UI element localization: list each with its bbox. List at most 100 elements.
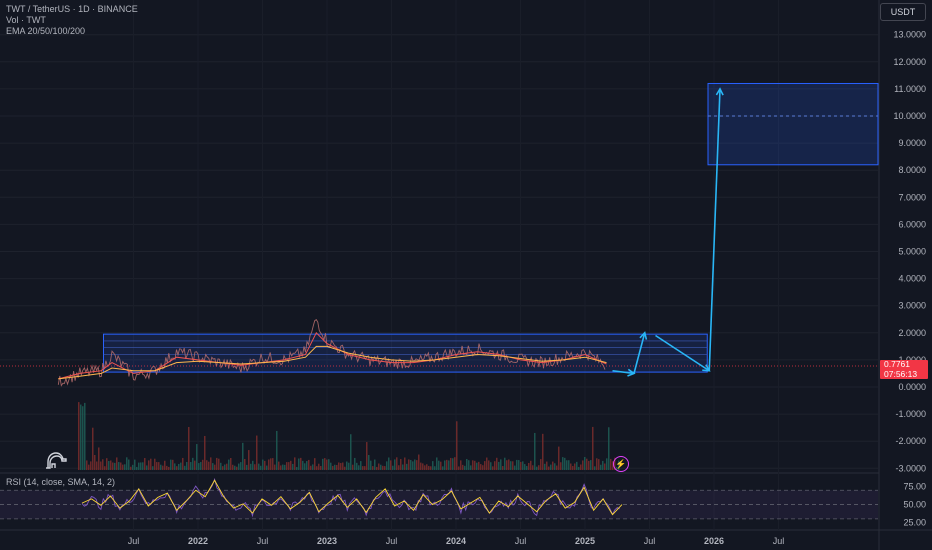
price-tick-label: 0.0000 bbox=[898, 382, 926, 392]
volume-bar bbox=[468, 460, 470, 470]
currency-unit-button[interactable]: USDT bbox=[880, 3, 926, 21]
volume-bar bbox=[432, 461, 434, 470]
volume-bar bbox=[176, 466, 178, 470]
price-tick-label: 12.0000 bbox=[893, 57, 926, 67]
volume-bar bbox=[348, 462, 350, 470]
volume-bar bbox=[590, 460, 592, 470]
volume-bar bbox=[250, 463, 252, 470]
volume-bar bbox=[486, 457, 488, 470]
volume-bar bbox=[516, 459, 518, 470]
volume-bar bbox=[444, 460, 446, 470]
volume-bar bbox=[252, 460, 254, 470]
volume-bar bbox=[530, 460, 532, 470]
volume-bar bbox=[450, 457, 452, 470]
ema-indicator-label[interactable]: EMA 20/50/100/200 bbox=[6, 26, 138, 37]
price-tick-label: -3.0000 bbox=[895, 463, 926, 473]
volume-bar bbox=[322, 458, 324, 470]
volume-bar bbox=[288, 462, 290, 470]
volume-bar bbox=[230, 457, 232, 470]
volume-bar bbox=[470, 465, 472, 470]
volume-bar bbox=[606, 458, 608, 470]
volume-bar bbox=[374, 459, 376, 470]
volume-bar bbox=[158, 462, 160, 470]
volume-bar bbox=[414, 459, 416, 470]
volume-bar bbox=[310, 465, 312, 470]
volume-bar bbox=[314, 458, 316, 470]
volume-bar bbox=[544, 463, 546, 470]
volume-bar bbox=[510, 461, 512, 470]
volume-bar bbox=[296, 466, 298, 470]
volume-bar bbox=[386, 461, 388, 470]
volume-bar bbox=[592, 426, 594, 470]
volume-bar bbox=[220, 462, 222, 470]
volume-bar bbox=[400, 459, 402, 470]
volume-bar bbox=[404, 457, 406, 470]
volume-bar bbox=[326, 459, 328, 470]
volume-bar bbox=[478, 461, 480, 470]
price-tick-label: -1.0000 bbox=[895, 409, 926, 419]
volume-bar bbox=[578, 466, 580, 470]
rsi-indicator-label[interactable]: RSI (14, close, SMA, 14, 2) bbox=[6, 477, 115, 487]
volume-bar bbox=[434, 466, 436, 470]
volume-bar bbox=[154, 458, 156, 470]
price-axis[interactable]: 13.0000 12.0000 11.0000 10.0000 9.0000 8.0000… bbox=[893, 30, 926, 528]
time-tick-label: Jul bbox=[257, 536, 269, 546]
time-tick-label: 2025 bbox=[575, 536, 595, 546]
volume-bar bbox=[100, 461, 102, 470]
lightning-icon[interactable]: ⚡ bbox=[613, 456, 629, 472]
volume-bar bbox=[566, 460, 568, 470]
volume-bar bbox=[452, 458, 454, 470]
volume-bar bbox=[376, 466, 378, 470]
volume-bar bbox=[336, 464, 338, 470]
volume-bar bbox=[338, 462, 340, 470]
volume-bar bbox=[134, 459, 136, 470]
volume-bar bbox=[520, 461, 522, 470]
volume-bar bbox=[328, 459, 330, 470]
volume-bar bbox=[104, 466, 106, 470]
time-axis[interactable]: Jul 2022 Jul 2023 Jul 2024 Jul 2025 Jul 2026 Jul bbox=[128, 536, 785, 546]
volume-bar bbox=[342, 462, 344, 470]
volume-bar bbox=[218, 458, 220, 470]
volume-bar bbox=[300, 457, 302, 470]
volume-bar bbox=[610, 458, 612, 470]
volume-bar bbox=[362, 466, 364, 470]
volume-bar bbox=[224, 464, 226, 470]
time-tick-label: Jul bbox=[515, 536, 527, 546]
volume-bar bbox=[172, 459, 174, 470]
volume-bar bbox=[178, 463, 180, 470]
price-tick-label: 3.0000 bbox=[898, 301, 926, 311]
volume-bar bbox=[108, 460, 110, 470]
volume-bar bbox=[402, 464, 404, 470]
volume-bar bbox=[410, 459, 412, 470]
volume-bar bbox=[536, 466, 538, 470]
volume-bar bbox=[506, 460, 508, 470]
volume-bar bbox=[196, 444, 198, 470]
volume-bar bbox=[462, 464, 464, 470]
volume-bar bbox=[150, 458, 152, 470]
volume-bar bbox=[602, 460, 604, 470]
volume-indicator-label[interactable]: Vol · TWT bbox=[6, 15, 138, 26]
volume-bar bbox=[276, 430, 278, 470]
tradingview-logo-icon[interactable] bbox=[44, 452, 68, 470]
volume-bar bbox=[474, 460, 476, 470]
volume-bar bbox=[442, 466, 444, 470]
volume-bar bbox=[272, 458, 274, 470]
volume-bar bbox=[110, 460, 112, 470]
volume-bar bbox=[528, 462, 530, 470]
volume-bar bbox=[318, 463, 320, 470]
time-tick-label: 2026 bbox=[704, 536, 724, 546]
volume-bar bbox=[80, 404, 82, 470]
volume-bar bbox=[138, 462, 140, 470]
volume-bar bbox=[140, 462, 142, 470]
price-chart[interactable]: 13.0000 12.0000 11.0000 10.0000 9.0000 8.0000… bbox=[0, 0, 932, 550]
symbol-title[interactable]: TWT / TetherUS · 1D · BINANCE bbox=[6, 4, 138, 15]
volume-bar bbox=[96, 461, 98, 470]
time-tick-label: 2023 bbox=[317, 536, 337, 546]
volume-bar bbox=[190, 462, 192, 470]
volume-bar bbox=[454, 457, 456, 470]
volume-bar bbox=[562, 457, 564, 470]
volume-bar bbox=[368, 454, 370, 470]
volume-bar bbox=[152, 466, 154, 470]
volume-bars bbox=[78, 402, 620, 470]
volume-bar bbox=[264, 460, 266, 470]
